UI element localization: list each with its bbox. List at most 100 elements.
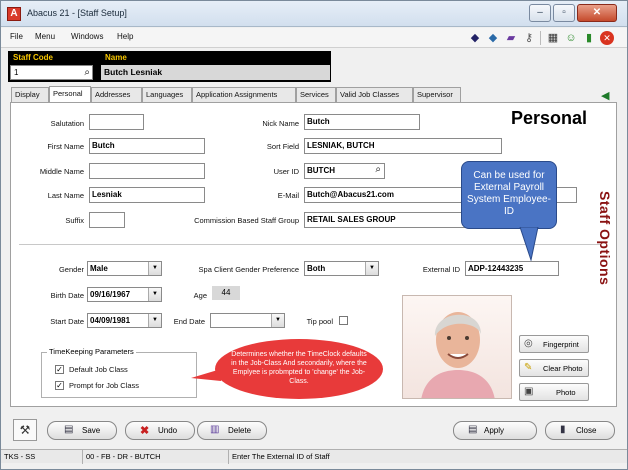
tab-application-assignments[interactable]: Application Assignments	[192, 87, 296, 102]
external-id-callout-pointer	[519, 227, 539, 261]
last-name-field[interactable]: Lesniak	[89, 187, 205, 203]
tools-icon[interactable]: ⚒	[13, 419, 37, 441]
user-id-search-icon[interactable]: ⌕	[375, 164, 381, 175]
tab-display[interactable]: Display	[11, 87, 49, 102]
menu-help[interactable]: Help	[117, 32, 133, 41]
external-id-field[interactable]: ADP-12443235	[465, 261, 559, 276]
staff-code-label: Staff Code	[13, 53, 53, 62]
nick-name-field[interactable]: Butch	[304, 114, 420, 130]
suffix-field[interactable]	[89, 212, 125, 228]
sort-field-field[interactable]: LESNIAK, BUTCH	[304, 138, 502, 154]
section-divider	[19, 244, 601, 245]
close-window-button[interactable]: ✕	[577, 4, 617, 22]
tab-languages[interactable]: Languages	[142, 87, 192, 102]
commission-group-field[interactable]: RETAIL SALES GROUP	[304, 212, 474, 228]
abacus-app-icon: A	[7, 7, 21, 21]
minimize-button[interactable]: –	[529, 4, 551, 22]
external-id-label: External ID	[422, 265, 460, 274]
chevron-down-icon: ▼	[365, 262, 378, 275]
key-icon[interactable]: ⚷	[521, 30, 537, 46]
last-name-label: Last Name	[47, 191, 84, 200]
exit-door-icon[interactable]: ▮	[581, 30, 597, 46]
staff-name-field: Butch Lesniak	[101, 65, 330, 80]
apply-save-icon: ▤	[468, 424, 478, 435]
stop-icon[interactable]: ✕	[600, 31, 614, 45]
salutation-field[interactable]	[89, 114, 144, 130]
clear-photo-button[interactable]: ✎ Clear Photo	[519, 359, 589, 377]
status-mode: TKS - SS	[1, 450, 83, 464]
fingerprint-button[interactable]: ◎ Fingerprint	[519, 335, 589, 353]
search-icon[interactable]: ⌕	[84, 67, 90, 78]
tab-supervisor[interactable]: Supervisor	[413, 87, 461, 102]
window-title: Abacus 21 - [Staff Setup]	[27, 8, 127, 18]
prompt-job-class-checkbox[interactable]: ✓	[55, 381, 64, 390]
sort-field-label: Sort Field	[266, 142, 299, 151]
status-session: 00 - FB - DR - BUTCH	[83, 450, 229, 464]
camera-icon: ▣	[524, 386, 534, 397]
menu-file[interactable]: File	[10, 32, 23, 41]
suffix-label: Suffix	[65, 216, 84, 225]
spa-gender-pref-select[interactable]: Both ▼	[304, 261, 379, 276]
status-message: Enter The External ID of Staff	[232, 452, 330, 461]
tip-pool-checkbox[interactable]	[339, 316, 348, 325]
name-label: Name	[105, 53, 127, 62]
pencil-eraser-icon: ✎	[524, 362, 533, 373]
next-record-icon[interactable]: ◆	[485, 30, 501, 46]
undo-x-icon: ✖	[140, 425, 150, 437]
chevron-down-icon: ▼	[148, 288, 161, 301]
default-job-class-label: Default Job Class	[69, 365, 128, 374]
back-arrow-icon[interactable]: ◀	[601, 89, 609, 102]
running-man-icon[interactable]: ☺	[563, 30, 579, 46]
staff-photo	[402, 295, 512, 399]
save-icon: ▤	[64, 424, 74, 435]
calculator-icon[interactable]: ▦	[545, 30, 561, 46]
prompt-job-class-label: Prompt for Job Class	[69, 381, 140, 390]
photo-button[interactable]: ▣ Photo	[519, 383, 589, 401]
menu-windows[interactable]: Windows	[71, 32, 103, 41]
person-portrait-icon	[421, 312, 495, 398]
start-date-label: Start Date	[50, 317, 84, 326]
spa-gender-pref-label: Spa Client Gender Preference	[198, 265, 299, 274]
timeclock-callout: Determines whether the TimeClock default…	[215, 339, 383, 399]
tab-valid-job-classes[interactable]: Valid Job Classes	[336, 87, 413, 102]
page-heading: Personal	[511, 108, 588, 128]
user-id-label: User ID	[273, 167, 299, 176]
books-icon[interactable]: ▰	[503, 30, 519, 46]
commission-group-label: Commission Based Staff Group	[194, 216, 299, 225]
end-date-picker[interactable]: ▼	[210, 313, 285, 328]
delete-button[interactable]: ▥ Delete	[197, 421, 267, 440]
menu-menu[interactable]: Menu	[35, 32, 55, 41]
start-date-picker[interactable]: 04/09/1981 ▼	[87, 313, 162, 328]
save-button[interactable]: ▤ Save	[47, 421, 117, 440]
restore-button[interactable]: ▫	[553, 4, 575, 22]
birth-date-picker[interactable]: 09/16/1967 ▼	[87, 287, 162, 302]
timekeeping-label: TimeKeeping Parameters	[47, 347, 136, 356]
menu-bar: File Menu Windows Help ◆ ◆ ▰ ⚷ ▦ ☺ ▮ ✕	[1, 28, 627, 48]
first-name-label: First Name	[47, 142, 84, 151]
email-label: E-Mail	[277, 191, 299, 200]
tab-personal[interactable]: Personal	[49, 86, 91, 102]
previous-record-icon[interactable]: ◆	[467, 30, 483, 46]
middle-name-field[interactable]	[89, 163, 205, 179]
middle-name-label: Middle Name	[39, 167, 84, 176]
age-label: Age	[193, 291, 207, 300]
toolbar-divider	[540, 31, 541, 45]
salutation-label: Salutation	[50, 119, 84, 128]
chevron-down-icon: ▼	[148, 262, 161, 275]
title-bar: A Abacus 21 - [Staff Setup] – ▫ ✕	[1, 1, 627, 27]
tab-addresses[interactable]: Addresses	[91, 87, 142, 102]
close-button[interactable]: ▮ Close	[545, 421, 615, 440]
tip-pool-label: Tip pool	[306, 317, 333, 326]
tab-services[interactable]: Services	[296, 87, 336, 102]
undo-button[interactable]: ✖ Undo	[125, 421, 195, 440]
door-icon: ▮	[560, 424, 566, 435]
first-name-field[interactable]: Butch	[89, 138, 205, 154]
staff-code-field[interactable]: 1 ⌕	[10, 65, 93, 80]
external-id-callout: Can be used for External Payroll System …	[461, 161, 557, 229]
default-job-class-checkbox[interactable]: ✓	[55, 365, 64, 374]
user-id-field[interactable]: BUTCH ⌕	[304, 163, 385, 179]
timekeeping-group	[41, 352, 197, 398]
apply-button[interactable]: ▤ Apply	[453, 421, 537, 440]
nick-name-label: Nick Name	[262, 119, 299, 128]
gender-select[interactable]: Male ▼	[87, 261, 162, 276]
